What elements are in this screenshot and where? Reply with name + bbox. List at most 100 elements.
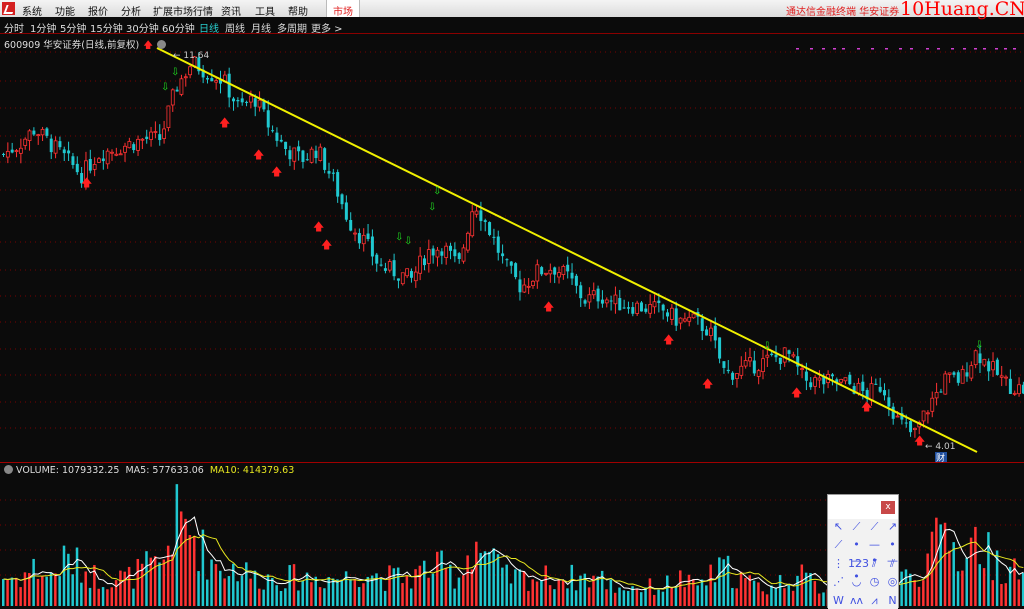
circle-icon[interactable]: ◷ xyxy=(866,574,883,590)
candle-body xyxy=(518,279,522,293)
candle-body xyxy=(691,313,696,319)
buy-arrow-icon: 🡅 xyxy=(271,165,282,178)
candle-body xyxy=(305,159,309,161)
horizontal-segment-icon[interactable]: •—• xyxy=(848,537,865,583)
volume-bar xyxy=(253,570,257,606)
volume-bar xyxy=(1004,583,1008,606)
circle-fan-icon[interactable]: ◎ xyxy=(884,574,901,590)
candle-body xyxy=(440,251,444,256)
volume-bar xyxy=(626,590,630,606)
volume-bar xyxy=(336,579,339,606)
event-marker xyxy=(937,48,940,50)
candle-body xyxy=(49,138,53,153)
candle-body xyxy=(709,327,713,336)
volume-bar xyxy=(409,588,413,606)
candle-body xyxy=(765,354,770,358)
candle-body xyxy=(292,147,297,162)
volume-bar xyxy=(783,588,786,606)
candle-body xyxy=(188,66,193,76)
zigzag-icon[interactable]: ⩘ xyxy=(866,593,883,609)
buy-arrow-icon: 🡅 xyxy=(663,333,674,346)
candle-body xyxy=(735,373,739,379)
volume-bar xyxy=(49,572,53,606)
candle-body xyxy=(1017,384,1021,395)
volume-bar xyxy=(275,585,278,606)
volume-bar xyxy=(496,554,500,606)
candle-body xyxy=(23,138,28,146)
close-button[interactable]: x xyxy=(881,501,895,514)
volume-bar xyxy=(331,578,335,606)
candle-body xyxy=(435,249,440,258)
volume-bar xyxy=(171,554,174,606)
candle-body xyxy=(92,164,97,170)
candle-body xyxy=(14,150,19,152)
volume-bar xyxy=(605,589,608,606)
candle-body xyxy=(327,171,331,174)
ma10-value: MA10: 414379.63 xyxy=(209,465,295,476)
candle-body xyxy=(1012,392,1017,395)
volume-bar xyxy=(635,589,639,606)
volume-bar xyxy=(15,577,18,606)
horizontal-line-icon[interactable]: —• xyxy=(866,537,883,567)
candle-body xyxy=(661,304,665,311)
dashed-line-icon[interactable]: ⋰ xyxy=(830,574,847,590)
volume-bar xyxy=(687,574,691,606)
candle-body xyxy=(535,264,540,282)
volume-bar xyxy=(80,582,83,606)
event-marker xyxy=(1013,48,1016,50)
dropdown-circle-icon[interactable] xyxy=(157,40,166,49)
pointer-icon[interactable]: ↖ xyxy=(830,519,847,535)
volume-bar xyxy=(653,594,656,606)
fibonacci-channel-icon[interactable]: ⫽ xyxy=(884,556,901,572)
line-icon[interactable]: ⟋ xyxy=(866,519,883,535)
parallel-channel-icon[interactable]: ⫽ xyxy=(866,556,883,572)
volume-bar xyxy=(192,535,196,606)
candle-body xyxy=(718,337,722,359)
horizontal-ray-icon[interactable]: •— xyxy=(884,537,901,567)
candle-body xyxy=(353,232,357,235)
volume-bar xyxy=(935,517,938,606)
candle-body xyxy=(375,254,379,264)
volume-bar xyxy=(917,586,921,606)
buy-arrow-icon: 🡅 xyxy=(321,238,332,251)
trend-line xyxy=(156,47,978,453)
candle-body xyxy=(514,263,518,278)
candle-body xyxy=(869,383,874,401)
candle-body xyxy=(973,350,978,366)
volume-bar xyxy=(739,571,743,606)
price-label-icon[interactable]: 123 xyxy=(848,556,869,572)
volume-bar xyxy=(696,585,699,606)
w-pattern-icon[interactable]: W xyxy=(830,593,847,609)
candle-body xyxy=(930,397,935,412)
ray-icon[interactable]: ↗ xyxy=(884,519,901,535)
buy-arrow-icon: 🡅 xyxy=(313,220,324,233)
volume-bar xyxy=(123,571,127,606)
candle-body xyxy=(340,194,344,205)
parallel-line-icon[interactable]: ⟋ xyxy=(830,537,847,553)
sell-arrow-icon: ⇩ xyxy=(433,186,441,197)
candle-body xyxy=(470,211,475,237)
arc-icon[interactable]: ◡ xyxy=(848,574,865,590)
candle-body xyxy=(978,353,982,364)
volume-bar xyxy=(809,573,812,606)
candle-body xyxy=(483,220,487,222)
n-pattern-icon[interactable]: N xyxy=(884,593,901,609)
candle-body xyxy=(97,158,101,163)
candle-body xyxy=(965,372,969,377)
candle-body xyxy=(396,278,400,281)
candle-body xyxy=(392,260,396,277)
candle-body xyxy=(262,101,266,110)
wave-icon[interactable]: ᴧᴧ xyxy=(848,593,865,609)
candle-body xyxy=(839,379,844,383)
volume-bar xyxy=(574,590,578,606)
segment-icon[interactable]: ⟋ xyxy=(848,519,865,535)
volume-bar xyxy=(648,578,652,606)
volume-bar xyxy=(618,587,621,606)
volume-bar xyxy=(544,565,547,606)
dropdown-circle-icon[interactable] xyxy=(4,465,13,474)
vertical-line-icon[interactable]: ⋮ xyxy=(830,556,847,572)
volume-bar xyxy=(184,518,187,606)
candle-body xyxy=(453,249,457,257)
candle-body xyxy=(370,236,374,257)
candle-body xyxy=(674,308,678,326)
